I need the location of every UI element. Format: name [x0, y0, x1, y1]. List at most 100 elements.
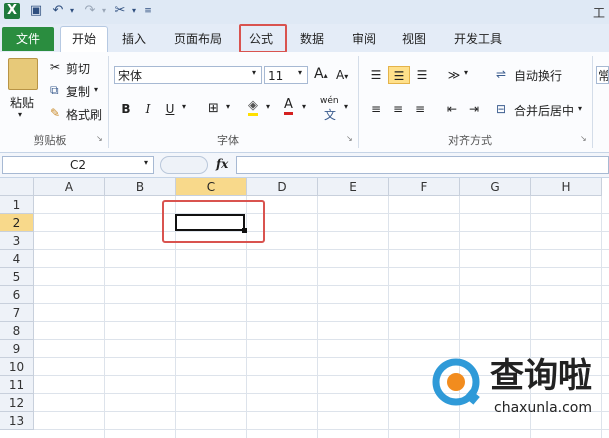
decrease-indent-icon[interactable]: ⇤: [442, 100, 462, 118]
wrap-text-icon[interactable]: ⇌: [496, 67, 506, 81]
row-header-10[interactable]: 10: [0, 358, 34, 376]
column-header-g[interactable]: G: [460, 178, 531, 196]
paste-button[interactable]: 粘贴: [10, 94, 34, 111]
column-header-b[interactable]: B: [105, 178, 176, 196]
row-header-12[interactable]: 12: [0, 394, 34, 412]
increase-indent-icon[interactable]: ⇥: [464, 100, 484, 118]
redo-dropdown-icon[interactable]: ▾: [96, 3, 112, 19]
row-header-6[interactable]: 6: [0, 286, 34, 304]
column-header-a[interactable]: A: [34, 178, 105, 196]
orientation-icon[interactable]: ≫: [444, 66, 464, 84]
fill-color-icon[interactable]: ◈: [248, 99, 258, 116]
row-header-13[interactable]: 13: [0, 412, 34, 430]
merge-center-icon[interactable]: ⊟: [496, 102, 506, 116]
name-box[interactable]: C2: [2, 156, 154, 174]
row-header-3[interactable]: 3: [0, 232, 34, 250]
watermark-text: 查询啦: [490, 356, 592, 396]
copy-dropdown-icon[interactable]: ▾: [94, 85, 98, 94]
phonetic-icon[interactable]: 文: [324, 106, 336, 123]
merge-center-button[interactable]: 合并后居中: [514, 102, 574, 119]
borders-icon[interactable]: ⊞: [208, 101, 219, 116]
decrease-font-icon[interactable]: A▾: [336, 68, 348, 82]
tab-data[interactable]: 数据: [292, 28, 332, 50]
wrap-text-button[interactable]: 自动换行: [514, 67, 562, 84]
alignment-launcher-icon[interactable]: ↘: [580, 134, 587, 143]
number-format-box[interactable]: 常: [596, 66, 609, 84]
cut-icon[interactable]: ✂: [50, 60, 60, 74]
column-header-f[interactable]: F: [389, 178, 460, 196]
formulas-tab-highlight: [239, 24, 287, 53]
column-header-h[interactable]: H: [531, 178, 602, 196]
tab-file[interactable]: 文件: [2, 27, 54, 51]
font-size-dropdown-icon[interactable]: ▾: [298, 68, 302, 77]
align-center-icon[interactable]: ≡: [388, 100, 408, 118]
formula-bar-expander[interactable]: [160, 156, 208, 174]
column-header-c[interactable]: C: [176, 178, 247, 196]
align-right-icon[interactable]: ≡: [410, 100, 430, 118]
customize-toolbar-icon[interactable]: ≡: [140, 3, 156, 19]
row-header-5[interactable]: 5: [0, 268, 34, 286]
formula-input[interactable]: [236, 156, 609, 174]
row-header-7[interactable]: 7: [0, 304, 34, 322]
merge-dropdown-icon[interactable]: ▾: [578, 104, 582, 113]
align-left-icon[interactable]: ≡: [366, 100, 386, 118]
tab-view[interactable]: 视图: [394, 28, 434, 50]
select-all-corner[interactable]: [0, 178, 34, 196]
insert-function-icon[interactable]: fx: [216, 157, 228, 171]
font-color-icon[interactable]: A: [284, 98, 293, 115]
borders-dropdown-icon[interactable]: ▾: [226, 102, 230, 111]
grid-row-line: [34, 339, 609, 340]
orientation-dropdown-icon[interactable]: ▾: [464, 68, 468, 77]
excel-logo-icon: X: [4, 3, 20, 19]
tab-page-layout[interactable]: 页面布局: [166, 28, 230, 50]
row-header-9[interactable]: 9: [0, 340, 34, 358]
tab-home[interactable]: 开始: [60, 26, 108, 52]
font-name-dropdown-icon[interactable]: ▾: [252, 68, 256, 77]
row-header-8[interactable]: 8: [0, 322, 34, 340]
tab-developer[interactable]: 开发工具: [446, 28, 510, 50]
underline-button[interactable]: U: [162, 100, 178, 118]
row-header-2[interactable]: 2: [0, 214, 34, 232]
align-bottom-icon[interactable]: ☰: [412, 66, 432, 84]
phonetic-dropdown-icon[interactable]: ▾: [344, 102, 348, 111]
group-separator: [108, 56, 109, 148]
fill-color-dropdown-icon[interactable]: ▾: [266, 102, 270, 111]
font-launcher-icon[interactable]: ↘: [346, 134, 353, 143]
alignment-group-label: 对齐方式: [448, 134, 492, 147]
app-title: 工: [592, 6, 605, 20]
quick-access-toolbar: X ▣ ↶ ▾ ↷ ▾ ✂ ▾ ≡ 工: [0, 0, 609, 25]
undo-dropdown-icon[interactable]: ▾: [64, 3, 80, 19]
align-top-icon[interactable]: ☰: [366, 66, 386, 84]
paste-dropdown-icon[interactable]: ▾: [18, 110, 22, 119]
cut-button[interactable]: 剪切: [66, 60, 90, 77]
copy-icon[interactable]: ⧉: [50, 83, 59, 98]
tab-insert[interactable]: 插入: [114, 28, 154, 50]
underline-dropdown-icon[interactable]: ▾: [182, 102, 186, 111]
bold-button[interactable]: B: [118, 100, 134, 118]
italic-button[interactable]: I: [140, 100, 156, 118]
increase-font-icon[interactable]: A▴: [314, 66, 328, 82]
paste-icon[interactable]: [8, 58, 38, 90]
copy-button[interactable]: 复制: [66, 83, 90, 100]
column-header-d[interactable]: D: [247, 178, 318, 196]
format-painter-button[interactable]: 格式刷: [66, 106, 102, 123]
group-separator: [592, 56, 593, 148]
phonetic-wen-label: wén: [320, 96, 339, 106]
ribbon-tabs: 文件 开始 插入 页面布局 公式 数据 审阅 视图 开发工具: [0, 24, 609, 53]
font-color-dropdown-icon[interactable]: ▾: [302, 102, 306, 111]
tab-review[interactable]: 审阅: [344, 28, 384, 50]
clipboard-launcher-icon[interactable]: ↘: [96, 134, 103, 143]
align-middle-icon[interactable]: ☰: [388, 66, 410, 84]
grid-row-line: [34, 249, 609, 250]
row-header-11[interactable]: 11: [0, 376, 34, 394]
column-header-e[interactable]: E: [318, 178, 389, 196]
formula-bar: C2 ▾ fx: [0, 153, 609, 178]
save-icon[interactable]: ▣: [28, 3, 44, 19]
name-box-dropdown-icon[interactable]: ▾: [144, 158, 148, 167]
row-header-4[interactable]: 4: [0, 250, 34, 268]
grid-row-line: [34, 285, 609, 286]
font-name-box[interactable]: 宋体: [114, 66, 262, 84]
row-header-1[interactable]: 1: [0, 196, 34, 214]
ribbon-home: 粘贴 ▾ ✂ 剪切 ⧉ 复制 ▾ ✎ 格式刷 剪贴板 ↘ 宋体 ▾ 11 ▾ A…: [0, 52, 609, 153]
format-painter-icon[interactable]: ✎: [50, 106, 60, 120]
